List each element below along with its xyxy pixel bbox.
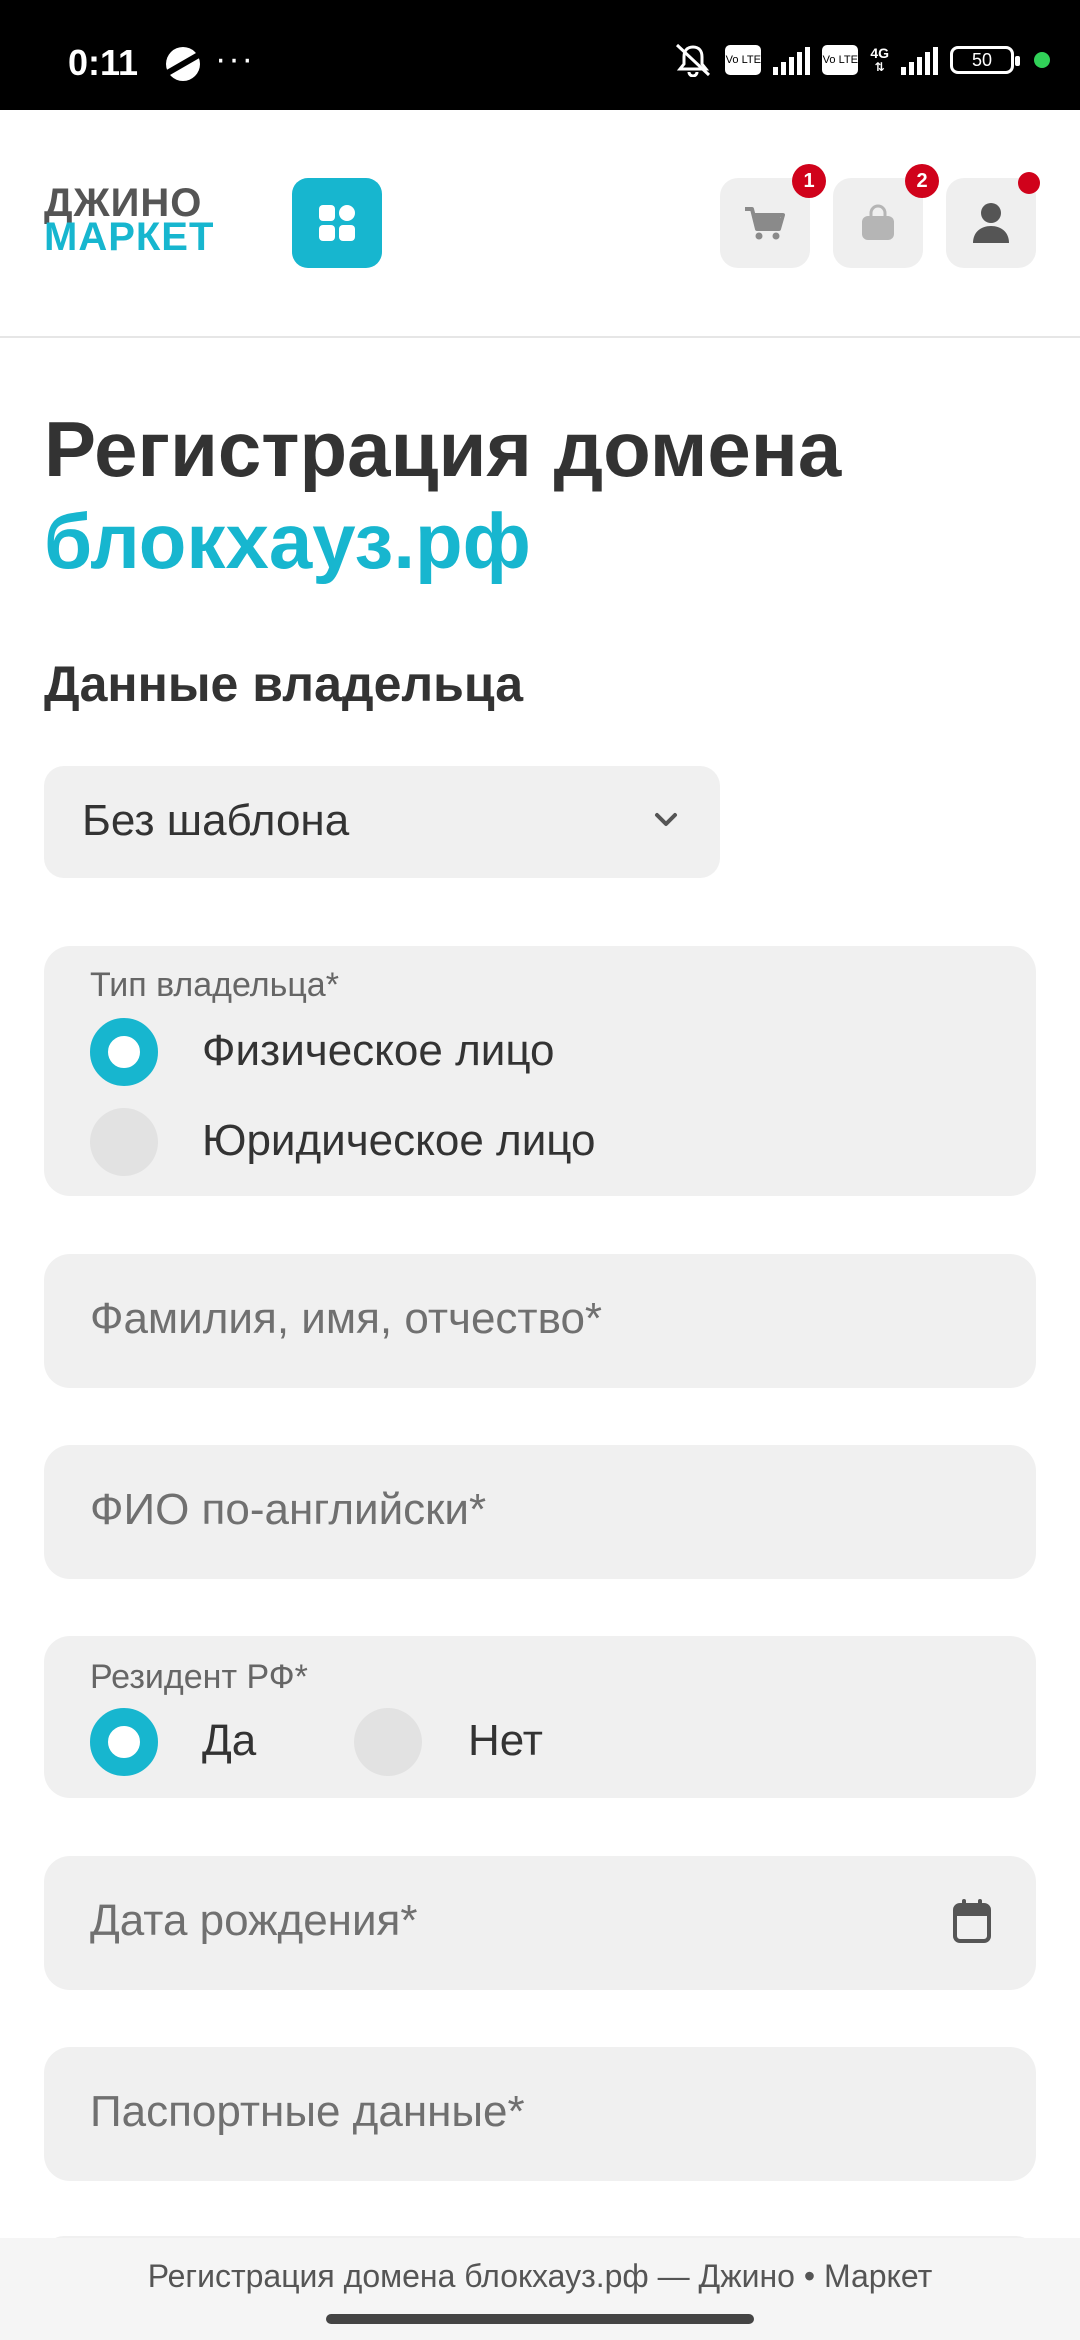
status-time: 0:11 bbox=[68, 42, 139, 83]
owner-data-heading: Данные владельца bbox=[44, 656, 524, 712]
bag-button[interactable]: 2 bbox=[833, 164, 939, 268]
passport-field[interactable]: Паспортные данные* bbox=[44, 2047, 1036, 2181]
radio-individual[interactable] bbox=[90, 1018, 158, 1086]
battery-level: 50 bbox=[971, 49, 993, 70]
domain-name: блокхауз.рф bbox=[44, 497, 531, 585]
browser-page-title: Регистрация домена блокхауз.рф — Джино •… bbox=[147, 2258, 933, 2294]
template-select[interactable]: Без шаблона bbox=[44, 766, 720, 878]
planet-icon bbox=[166, 47, 200, 81]
radio-resident-yes[interactable] bbox=[90, 1708, 158, 1776]
resident-group: Резидент РФ* Да Нет bbox=[44, 1636, 1036, 1798]
cart-icon bbox=[745, 207, 785, 240]
home-indicator[interactable] bbox=[326, 2314, 754, 2324]
radio-resident-yes-label[interactable]: Да bbox=[202, 1716, 256, 1766]
cart-button[interactable]: 1 bbox=[720, 164, 826, 268]
page-title: Регистрация домена bbox=[44, 405, 842, 493]
more-notifications-icon: ··· bbox=[215, 40, 255, 78]
privacy-indicator-icon bbox=[1034, 52, 1050, 68]
radio-resident-no[interactable] bbox=[354, 1708, 422, 1776]
apps-grid-icon bbox=[319, 205, 355, 241]
birth-date-field[interactable]: Дата рождения* bbox=[44, 1856, 1036, 1990]
status-bar: 0:11 ··· Vo LTE Vo LTE 4G ⇅ 50 bbox=[0, 0, 1080, 110]
radio-resident-no-label[interactable]: Нет bbox=[468, 1716, 543, 1766]
network-type-label: 4G bbox=[870, 45, 889, 61]
radio-legal-entity-label[interactable]: Юридическое лицо bbox=[202, 1116, 596, 1166]
apps-menu-button[interactable] bbox=[292, 178, 382, 268]
logo-line2: МАРКЕТ bbox=[44, 215, 215, 259]
passport-placeholder: Паспортные данные* bbox=[90, 2087, 525, 2136]
owner-type-label: Тип владельца* bbox=[90, 966, 339, 1004]
radio-individual-label[interactable]: Физическое лицо bbox=[202, 1026, 555, 1076]
network-type-icon: 4G ⇅ bbox=[870, 45, 889, 74]
chevron-down-icon bbox=[655, 813, 677, 826]
signal-icon-2 bbox=[901, 45, 938, 75]
status-icons: Vo LTE Vo LTE 4G ⇅ 50 bbox=[673, 40, 1050, 80]
profile-notification-dot bbox=[1018, 172, 1040, 194]
shopping-bag-icon bbox=[862, 204, 894, 240]
user-icon bbox=[973, 203, 1009, 243]
browser-title-bar: Регистрация домена блокхауз.рф — Джино •… bbox=[0, 2238, 1080, 2340]
calendar-icon[interactable] bbox=[952, 1898, 992, 1944]
mute-bell-icon bbox=[673, 43, 713, 77]
name-english-placeholder: ФИО по-английски* bbox=[90, 1485, 487, 1534]
volte-icon-2: Vo LTE bbox=[822, 45, 859, 75]
birth-date-placeholder: Дата рождения* bbox=[90, 1896, 418, 1945]
profile-button[interactable] bbox=[946, 172, 1040, 268]
signal-icon bbox=[773, 45, 811, 75]
bag-badge: 2 bbox=[905, 164, 939, 198]
volte-icon: Vo LTE bbox=[725, 45, 762, 75]
template-select-value: Без шаблона bbox=[82, 796, 350, 845]
resident-label: Резидент РФ* bbox=[90, 1658, 308, 1696]
full-name-placeholder: Фамилия, имя, отчество* bbox=[90, 1294, 603, 1343]
logo[interactable]: ДЖИНО МАРКЕТ bbox=[44, 183, 215, 259]
full-name-field[interactable]: Фамилия, имя, отчество* bbox=[44, 1254, 1036, 1388]
name-english-field[interactable]: ФИО по-английски* bbox=[44, 1445, 1036, 1579]
radio-legal-entity[interactable] bbox=[90, 1108, 158, 1176]
site-header: ДЖИНО МАРКЕТ 1 2 bbox=[0, 110, 1080, 338]
battery-icon: 50 bbox=[950, 46, 1020, 74]
cart-badge: 1 bbox=[792, 164, 826, 198]
owner-type-group: Тип владельца* Физическое лицо Юридическ… bbox=[44, 946, 1036, 1196]
